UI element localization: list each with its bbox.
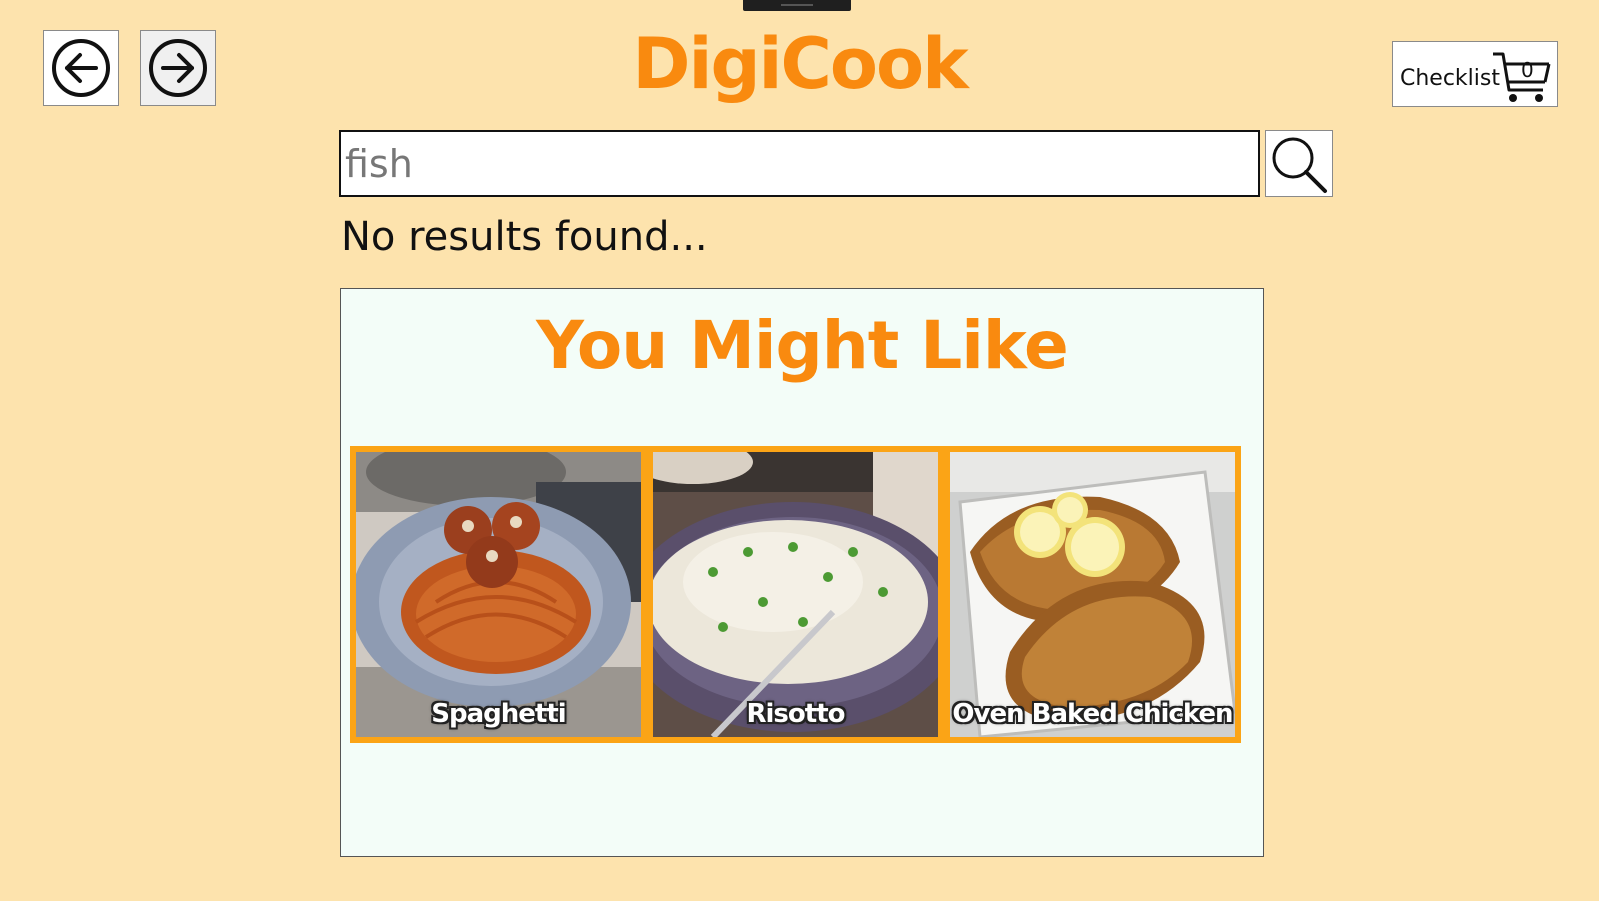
cart-icon: 0	[1491, 48, 1553, 104]
recipe-card-label: Spaghetti	[431, 699, 566, 729]
app-title: DigiCook	[632, 23, 968, 105]
checklist-label: Checklist	[1400, 65, 1500, 91]
checklist-button[interactable]: Checklist 0	[1392, 41, 1558, 107]
search-button[interactable]	[1265, 130, 1333, 197]
spaghetti-photo	[356, 452, 641, 737]
no-results-message: No results found...	[341, 214, 708, 260]
search-input[interactable]	[339, 130, 1260, 197]
window-grip[interactable]	[743, 0, 851, 11]
recipe-card-risotto[interactable]: Risotto	[647, 446, 944, 743]
recipe-card-label: Risotto	[746, 699, 846, 729]
magnifier-icon	[1272, 137, 1327, 193]
recipe-card-spaghetti[interactable]: Spaghetti	[350, 446, 647, 743]
oven-baked-chicken-photo	[950, 452, 1235, 737]
suggestions-panel: You Might Like Spaghetti Risotto Oven Ba…	[340, 288, 1264, 857]
suggestions-heading: You Might Like	[536, 307, 1069, 384]
recipe-card-label: Oven Baked Chicken	[952, 699, 1233, 729]
checklist-count: 0	[1521, 58, 1534, 82]
recipe-card-oven-baked-chicken[interactable]: Oven Baked Chicken	[944, 446, 1241, 743]
risotto-photo	[653, 452, 938, 737]
